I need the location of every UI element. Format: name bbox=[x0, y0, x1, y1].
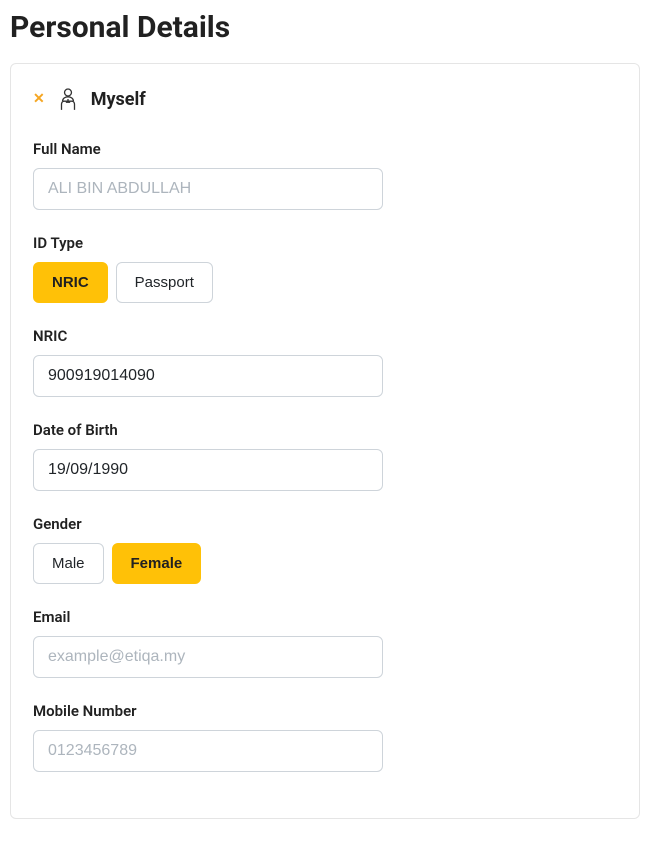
email-label: Email bbox=[33, 608, 617, 626]
id-type-toggle: NRIC Passport bbox=[33, 262, 617, 303]
mobile-group: Mobile Number bbox=[33, 702, 617, 772]
dob-group: Date of Birth bbox=[33, 421, 617, 491]
dob-label: Date of Birth bbox=[33, 421, 617, 439]
email-input[interactable] bbox=[33, 636, 383, 678]
full-name-input[interactable] bbox=[33, 168, 383, 210]
id-type-group: ID Type NRIC Passport bbox=[33, 234, 617, 303]
mobile-input[interactable] bbox=[33, 730, 383, 772]
gender-label: Gender bbox=[33, 515, 617, 533]
nric-group: NRIC bbox=[33, 327, 617, 397]
gender-group: Gender Male Female bbox=[33, 515, 617, 584]
id-type-passport-button[interactable]: Passport bbox=[116, 262, 213, 303]
page-title: Personal Details bbox=[10, 10, 640, 45]
gender-toggle: Male Female bbox=[33, 543, 617, 584]
gender-male-button[interactable]: Male bbox=[33, 543, 104, 584]
nric-label: NRIC bbox=[33, 327, 617, 345]
nric-input[interactable] bbox=[33, 355, 383, 397]
dob-input[interactable] bbox=[33, 449, 383, 491]
personal-details-card: ✕ Myself Full Name ID Type NRIC Passport… bbox=[10, 63, 640, 819]
person-icon bbox=[55, 86, 81, 112]
section-title: Myself bbox=[91, 89, 146, 110]
email-group: Email bbox=[33, 608, 617, 678]
id-type-label: ID Type bbox=[33, 234, 617, 252]
close-icon[interactable]: ✕ bbox=[33, 92, 45, 106]
card-header: ✕ Myself bbox=[33, 86, 617, 112]
full-name-group: Full Name bbox=[33, 140, 617, 210]
gender-female-button[interactable]: Female bbox=[112, 543, 202, 584]
full-name-label: Full Name bbox=[33, 140, 617, 158]
mobile-label: Mobile Number bbox=[33, 702, 617, 720]
id-type-nric-button[interactable]: NRIC bbox=[33, 262, 108, 303]
